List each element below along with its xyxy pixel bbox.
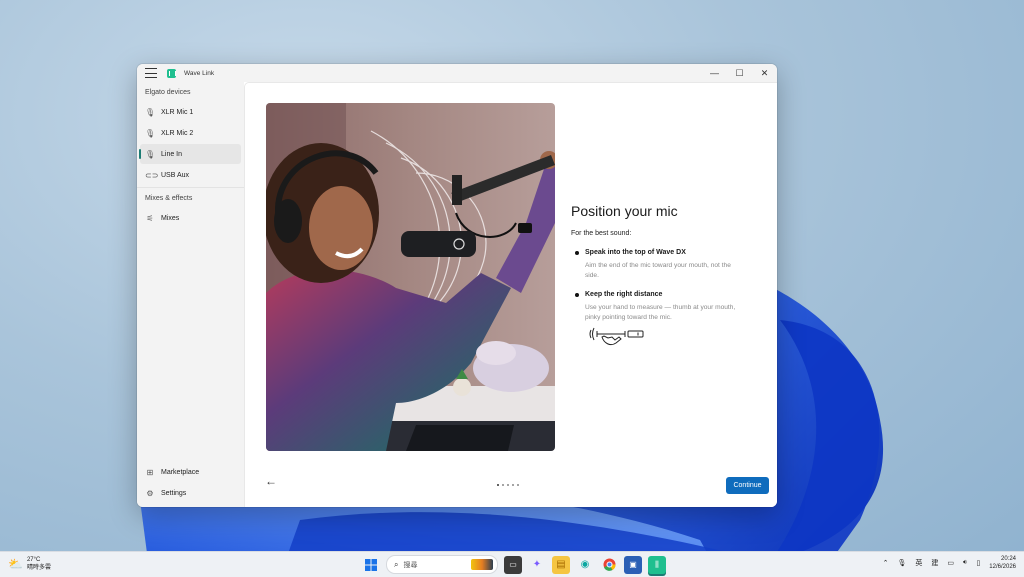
microphone-icon: 🎙︎ xyxy=(145,149,156,159)
sidebar-item-label: Marketplace xyxy=(161,468,200,476)
page-title: Position your mic xyxy=(571,203,678,219)
sidebar-item-xlr-mic-1[interactable]: 🎙︎ XLR Mic 1 xyxy=(140,102,241,122)
battery-icon[interactable]: ▯ xyxy=(976,559,980,567)
devices-header: Elgato devices xyxy=(145,89,191,96)
partly-cloudy-icon: ⛅ xyxy=(8,557,23,571)
taskbar-search-input[interactable]: ⌕ 搜尋 xyxy=(386,555,498,574)
search-icon: ⌕ xyxy=(394,559,399,569)
windows-logo-icon xyxy=(365,558,377,571)
start-button[interactable] xyxy=(362,556,380,574)
sidebar-item-settings[interactable]: ⚙ Settings xyxy=(140,483,241,503)
sidebar-item-label: Mixes xyxy=(161,214,180,222)
task-view-icon[interactable]: ▭ xyxy=(504,555,522,574)
pager-dot[interactable] xyxy=(502,484,504,486)
app-title: Wave Link xyxy=(184,69,215,77)
hand-distance-illustration-icon xyxy=(589,327,644,346)
tip-body: Aim the end of the mic toward your mouth… xyxy=(585,262,731,279)
link-icon: ⊂⊃ xyxy=(145,170,159,180)
taskbar: ⛅ 27°C 晴時多雲 ⌕ 搜尋 ▭ ✦ ▤ ◉ ▣ ⫼ ⌃ 🎙︎ 英 建 ▭ … xyxy=(0,551,1024,577)
marketplace-icon: ⊞ xyxy=(146,467,154,477)
sidebar-item-label: XLR Mic 1 xyxy=(161,108,194,116)
sidebar-divider xyxy=(137,187,244,188)
subtitle: For the best sound: xyxy=(571,230,632,237)
chevron-up-icon[interactable]: ⌃ xyxy=(883,559,889,567)
sidebar-item-label: Line In xyxy=(161,150,183,158)
wave-link-logo-icon xyxy=(167,68,176,78)
pager-dot[interactable] xyxy=(512,484,514,486)
weather-widget[interactable]: ⛅ 27°C 晴時多雲 xyxy=(8,556,51,572)
pager-dot[interactable] xyxy=(507,484,509,486)
tip-title: Speak into the top of Wave DX xyxy=(573,249,743,256)
microphone-icon: 🎙︎ xyxy=(145,107,156,117)
weather-temp: 27°C xyxy=(26,557,41,563)
close-button[interactable]: ✕ xyxy=(752,64,777,82)
sidebar-item-mixes[interactable]: ⚟ Mixes xyxy=(140,208,241,228)
search-placeholder: 搜尋 xyxy=(403,561,418,569)
maximize-button[interactable]: ☐ xyxy=(727,64,752,82)
pager-dots xyxy=(497,484,519,486)
file-explorer-icon[interactable]: ▤ xyxy=(552,555,570,574)
tip-body: Use your hand to measure — thumb at your… xyxy=(585,304,736,321)
edge-icon[interactable]: ◉ xyxy=(576,556,594,574)
hamburger-menu-icon[interactable] xyxy=(145,68,157,78)
continue-button[interactable]: Continue xyxy=(726,477,769,494)
wave-link-window: Wave Link — ☐ ✕ Elgato devices 🎙︎ XLR Mi… xyxy=(137,64,777,507)
pager-dot[interactable] xyxy=(517,484,519,486)
effects-header: Mixes & effects xyxy=(145,195,193,202)
sidebar-item-label: Settings xyxy=(161,489,187,497)
back-arrow-icon[interactable]: ← xyxy=(265,474,277,488)
main-content: Position your mic For the best sound: Sp… xyxy=(244,82,777,507)
sidebar-item-marketplace[interactable]: ⊞ Marketplace xyxy=(140,462,241,482)
clock[interactable]: 20:24 12/6/2026 xyxy=(989,555,1016,571)
ime-indicator[interactable]: 英 xyxy=(915,558,922,568)
volume-icon[interactable]: 🔉︎ xyxy=(963,559,967,567)
weather-desc: 晴時多雲 xyxy=(26,565,51,571)
sidebar-item-xlr-mic-2[interactable]: 🎙︎ XLR Mic 2 xyxy=(140,123,241,143)
clock-date: 12/6/2026 xyxy=(989,564,1016,570)
microphone-tray-icon[interactable]: 🎙︎ xyxy=(898,559,907,567)
store-icon[interactable]: ▣ xyxy=(624,555,642,574)
minimize-button[interactable]: — xyxy=(702,64,727,82)
clock-time: 20:24 xyxy=(1000,556,1016,562)
sidebar-item-line-in[interactable]: 🎙︎ Line In xyxy=(139,144,241,164)
sliders-icon: ⚟ xyxy=(146,213,154,223)
sidebar-item-usb-aux[interactable]: ⊂⊃ USB Aux xyxy=(140,165,241,185)
system-tray: ⌃ 🎙︎ 英 建 ▭ 🔉︎ ▯ 20:24 12/6/2026 xyxy=(883,555,1016,571)
gear-icon: ⚙ xyxy=(146,488,154,498)
tip-keep-distance: Keep the right distance Use your hand to… xyxy=(573,291,743,322)
pager-dot[interactable] xyxy=(497,484,499,486)
chrome-icon[interactable] xyxy=(600,556,618,574)
sidebar: Elgato devices 🎙︎ XLR Mic 1 🎙︎ XLR Mic 2… xyxy=(137,82,244,507)
search-highlight-image xyxy=(471,559,493,570)
sidebar-item-label: XLR Mic 2 xyxy=(161,129,194,137)
microphone-icon: 🎙︎ xyxy=(145,128,156,138)
tip-title: Keep the right distance xyxy=(573,291,743,298)
wave-link-taskbar-icon[interactable]: ⫼ xyxy=(648,555,666,574)
network-icon[interactable]: ▭ xyxy=(947,559,954,567)
copilot-icon[interactable]: ✦ xyxy=(528,556,546,574)
ime-mode-indicator[interactable]: 建 xyxy=(931,558,938,568)
chrome-logo-icon xyxy=(603,558,616,571)
sidebar-item-label: USB Aux xyxy=(161,171,190,179)
tip-speak-into-top: Speak into the top of Wave DX Aim the en… xyxy=(573,249,743,280)
title-bar: Wave Link — ☐ ✕ xyxy=(137,64,777,82)
mic-position-photo xyxy=(266,103,555,451)
